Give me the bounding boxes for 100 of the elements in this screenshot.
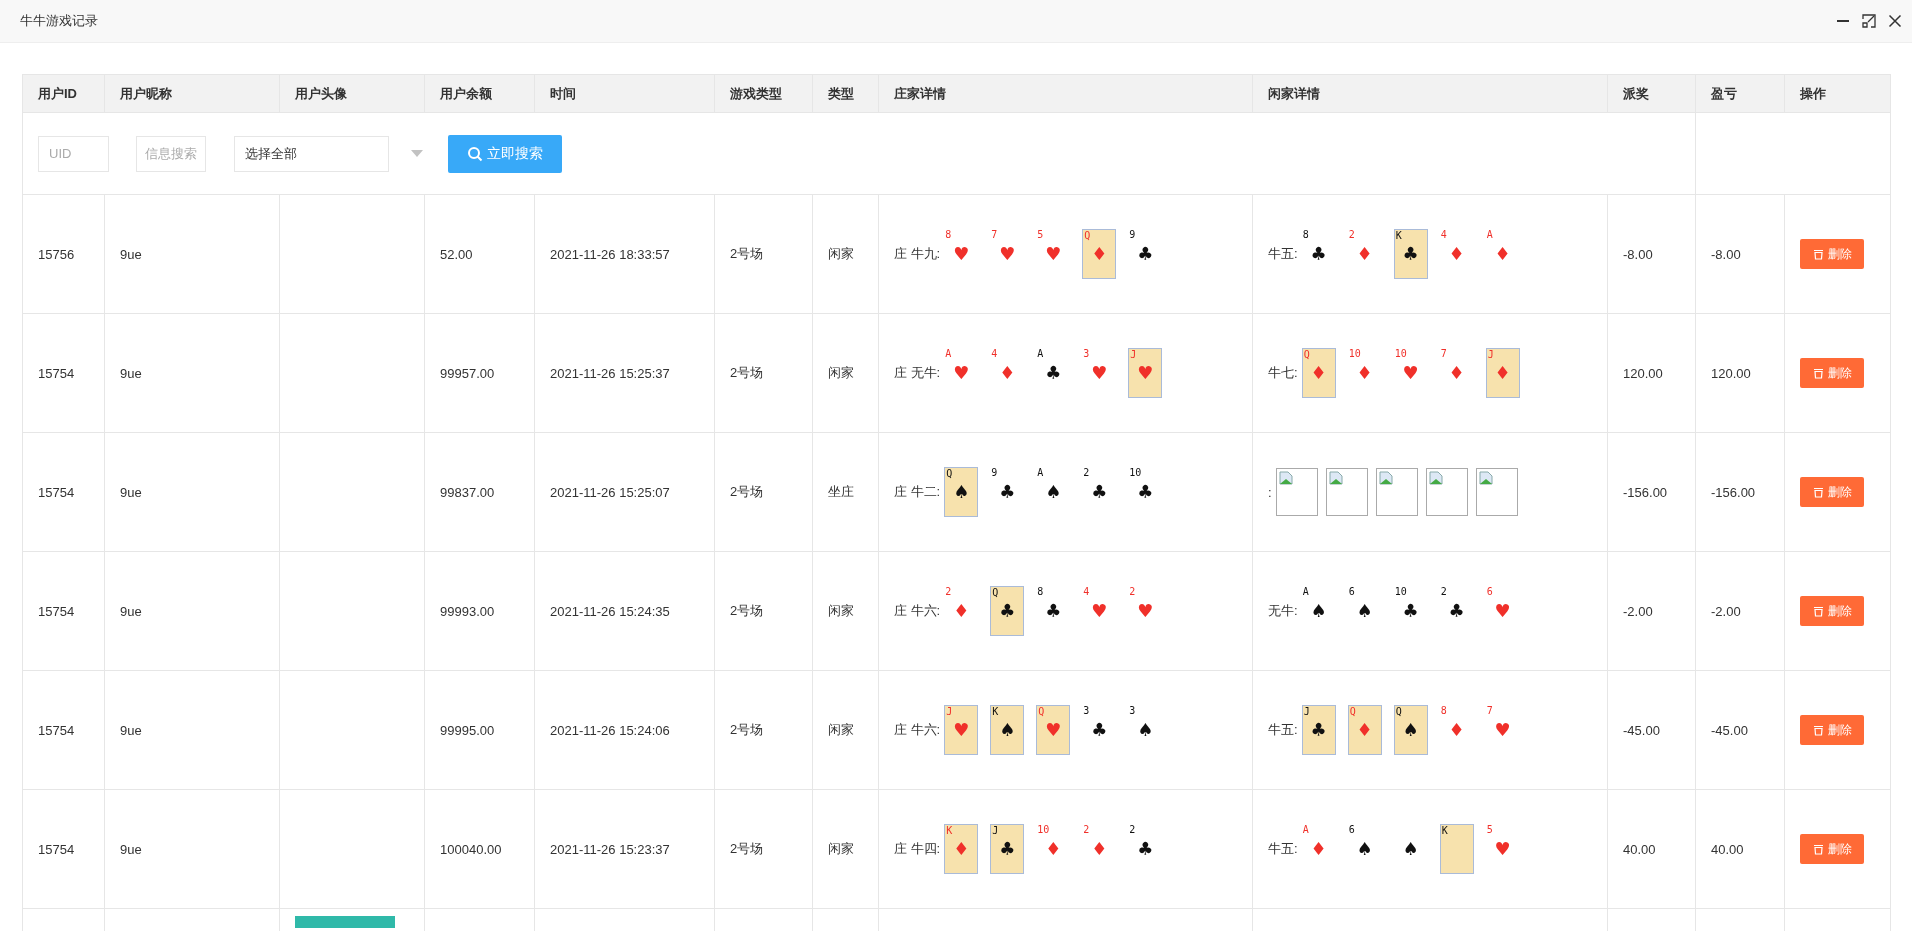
delete-button[interactable]: 删除 <box>1800 596 1864 626</box>
playing-card: Q ♠ <box>944 467 979 517</box>
broken-image-icon <box>1425 468 1468 516</box>
column-header: 派奖 <box>1623 85 1649 101</box>
table-cell: -2.00 <box>1711 603 1741 619</box>
delete-button[interactable]: 删除 <box>1800 834 1864 864</box>
trash-icon <box>1812 248 1824 260</box>
hand-label: 牛五: <box>1268 840 1298 858</box>
table-cell: 2021-11-26 15:24:35 <box>550 603 670 619</box>
delete-button[interactable]: 删除 <box>1800 358 1864 388</box>
table-cell: 99837.00 <box>440 484 495 500</box>
table-cell: 2号场 <box>730 246 764 261</box>
trash-icon <box>1812 605 1824 617</box>
table-cell: 2号场 <box>730 365 764 380</box>
table-cell: -156.00 <box>1711 484 1756 500</box>
table-cell: 99957.00 <box>440 365 495 381</box>
hand-label: 无牛: <box>1268 602 1298 620</box>
broken-image-icon <box>1375 468 1418 516</box>
table-cell: 2021-11-26 15:25:37 <box>550 365 670 381</box>
table-cell: 闲家 <box>828 246 854 261</box>
trash-icon <box>1812 486 1824 498</box>
delete-button[interactable]: 删除 <box>1800 239 1864 269</box>
table-cell: 99995.00 <box>440 722 495 738</box>
playing-card: K ♠ <box>990 705 1025 755</box>
playing-card: J ♣ <box>990 824 1025 874</box>
hand-label: 庄 无牛: <box>894 364 941 382</box>
table-cell: -8.00 <box>1623 246 1653 262</box>
select-field[interactable]: 选择全部 <box>234 135 389 172</box>
table-cell: 120.00 <box>1623 365 1663 381</box>
hand-label: 庄 牛六: <box>894 602 941 620</box>
uid-field[interactable]: UID <box>38 135 109 172</box>
column-header: 盈亏 <box>1711 85 1737 101</box>
playing-card: J ♦ <box>1485 348 1520 398</box>
table-cell: 15754 <box>38 484 75 500</box>
table-cell: 闲家 <box>828 722 854 737</box>
hand-label: 庄 牛六: <box>894 721 941 739</box>
trash-icon <box>1812 724 1824 736</box>
table-cell: -2.00 <box>1623 603 1653 619</box>
playing-card: Q ♠ <box>1393 705 1428 755</box>
table-cell: 2021-11-26 15:24:06 <box>550 722 670 738</box>
playing-card: J ♣ <box>1301 705 1336 755</box>
window-title: 牛牛游戏记录 <box>20 12 98 30</box>
broken-image-icon <box>1475 468 1518 516</box>
hand-label: 牛五: <box>1268 245 1298 263</box>
table-cell: 120.00 <box>1711 365 1751 381</box>
playing-card: Q ♦ <box>1301 348 1336 398</box>
hand-label: 牛五: <box>1268 721 1298 739</box>
playing-card: J ♥ <box>944 705 979 755</box>
hand-label: 庄 牛九: <box>894 245 941 263</box>
column-header: 用户头像 <box>295 85 347 101</box>
delete-button[interactable]: 删除 <box>1800 715 1864 745</box>
column-header: 用户余额 <box>440 85 492 101</box>
delete-button[interactable]: 删除 <box>1800 477 1864 507</box>
table-cell: 2号场 <box>730 484 764 499</box>
playing-card: J ♥ <box>1128 348 1163 398</box>
close-icon[interactable] <box>1888 14 1902 28</box>
table-cell: -45.00 <box>1623 722 1660 738</box>
broken-image-icon <box>1325 468 1368 516</box>
table-cell: 100040.00 <box>440 841 502 857</box>
table-cell: 2021-11-26 15:25:07 <box>550 484 670 500</box>
column-header: 闲家详情 <box>1268 85 1320 101</box>
table-cell: 9ue <box>120 246 142 262</box>
column-header: 游戏类型 <box>730 85 782 101</box>
broken-image-icon <box>1275 468 1318 516</box>
info-search-field[interactable]: 信息搜索 <box>136 135 206 172</box>
table-cell: 闲家 <box>828 603 854 618</box>
table-cell: 15754 <box>38 722 75 738</box>
table-cell: 2号场 <box>730 722 764 737</box>
table-cell: 闲家 <box>828 365 854 380</box>
playing-card: K ♦ <box>944 824 979 874</box>
search-icon <box>467 145 483 162</box>
playing-card: K <box>1439 824 1474 874</box>
table-cell: 99993.00 <box>440 603 495 619</box>
table-cell: 9ue <box>120 365 142 381</box>
column-header: 时间 <box>550 85 576 101</box>
table-cell: 2号场 <box>730 603 764 618</box>
table-cell: 2021-11-26 18:33:57 <box>550 246 670 262</box>
hand-label: : <box>1268 484 1272 500</box>
table-cell: 15754 <box>38 841 75 857</box>
trash-icon <box>1812 367 1824 379</box>
trash-icon <box>1812 843 1824 855</box>
hand-label: 牛七: <box>1268 364 1298 382</box>
table-cell: -45.00 <box>1711 722 1748 738</box>
table-cell: 9ue <box>120 484 142 500</box>
search-button[interactable]: 立即搜索 <box>448 134 562 173</box>
table-cell: 52.00 <box>440 246 473 262</box>
hand-label: 庄 牛二: <box>894 483 941 501</box>
table-cell: 40.00 <box>1623 841 1656 857</box>
column-header: 庄家详情 <box>894 85 946 101</box>
playing-card: K ♣ <box>1393 229 1428 279</box>
maximize-icon[interactable] <box>1862 14 1876 28</box>
table-cell: 15754 <box>38 365 75 381</box>
table-cell: 坐庄 <box>828 484 854 499</box>
playing-card: Q ♥ <box>1036 705 1071 755</box>
table-cell: 闲家 <box>828 841 854 856</box>
table-cell: 15754 <box>38 603 75 619</box>
table-cell: -8.00 <box>1711 246 1741 262</box>
table-cell: 2号场 <box>730 841 764 856</box>
playing-card: Q ♣ <box>990 586 1025 636</box>
playing-card: Q ♦ <box>1347 705 1382 755</box>
